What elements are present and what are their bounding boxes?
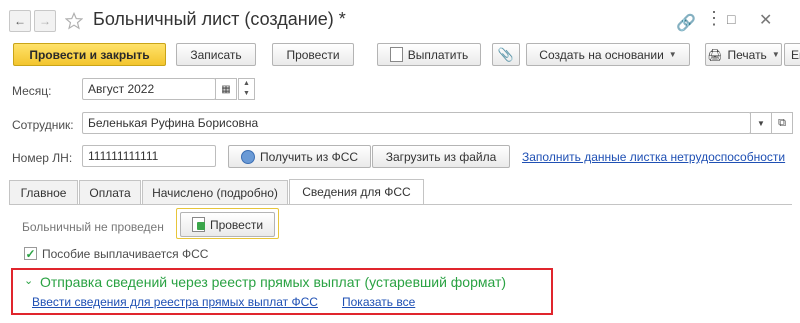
chevron-down-icon[interactable]: ▼ xyxy=(239,89,254,99)
group-collapse-toggle[interactable]: ⌄ xyxy=(24,272,33,287)
tab-accrued-detailed[interactable]: Начислено (подробно) xyxy=(142,180,288,204)
save-button[interactable]: Записать xyxy=(176,43,256,66)
fss-icon xyxy=(240,149,255,164)
direct-payments-group-title[interactable]: Отправка сведений через реестр прямых вы… xyxy=(40,274,506,290)
print-button[interactable]: 🖨 Печать ▼ xyxy=(705,43,782,66)
star-icon xyxy=(65,12,83,30)
close-icon[interactable]: ✕ xyxy=(759,10,772,30)
month-field[interactable]: Август 2022 xyxy=(82,78,216,100)
chevron-down-icon: ▼ xyxy=(668,50,677,59)
employee-field[interactable]: Беленькая Руфина Борисовна xyxy=(82,112,751,134)
month-stepper[interactable]: ▲ ▼ xyxy=(238,78,255,100)
employee-dropdown-button[interactable]: ▼ xyxy=(750,112,772,134)
attachments-button[interactable]: 📎 xyxy=(492,43,520,66)
fss-post-button[interactable]: Провести xyxy=(180,212,275,237)
open-employee-button[interactable]: ⧉ xyxy=(771,112,793,134)
paperclip-icon: 📎 xyxy=(497,46,515,62)
create-based-on-button[interactable]: Создать на основании ▼ xyxy=(526,43,690,66)
tab-panel-border xyxy=(9,204,792,205)
printer-icon: 🖨 xyxy=(707,47,723,62)
tab-main[interactable]: Главное xyxy=(9,180,78,204)
back-button[interactable]: ← xyxy=(9,10,31,32)
calendar-icon: ▦ xyxy=(221,83,231,95)
month-label: Месяц: xyxy=(12,84,52,98)
tab-fss-info[interactable]: Сведения для ФСС xyxy=(289,179,424,204)
get-from-fss-button[interactable]: Получить из ФСС xyxy=(228,145,371,168)
chevron-up-icon[interactable]: ▲ xyxy=(239,79,254,89)
calendar-button[interactable]: ▦ xyxy=(215,78,237,100)
chevron-down-icon: ⌄ xyxy=(24,275,34,287)
chevron-down-icon: ▼ xyxy=(771,50,780,59)
more-button[interactable]: Еще xyxy=(784,43,800,66)
benefit-paid-by-fss-checkbox[interactable]: ✓ xyxy=(24,247,37,260)
post-button[interactable]: Провести xyxy=(272,43,354,66)
posting-status-text: Больничный не проведен xyxy=(22,220,164,234)
enter-fss-registry-data-link[interactable]: Ввести сведения для реестра прямых выпла… xyxy=(32,295,318,309)
maximize-icon[interactable]: □ xyxy=(727,11,735,27)
fill-sick-leave-data-link[interactable]: Заполнить данные листка нетрудоспособнос… xyxy=(522,150,785,164)
favorite-button[interactable] xyxy=(64,10,84,32)
post-and-close-button[interactable]: Провести и закрыть xyxy=(13,43,166,66)
open-link-icon: ⧉ xyxy=(778,116,786,129)
post-button-highlight: Провести xyxy=(176,208,279,239)
ln-number-label: Номер ЛН: xyxy=(12,151,73,165)
pay-button[interactable]: Выплатить xyxy=(377,43,481,66)
tab-payment[interactable]: Оплата xyxy=(79,180,141,204)
arrow-left-icon: ← xyxy=(14,14,26,28)
ln-number-field[interactable]: 111111111111 xyxy=(82,145,216,167)
chevron-down-icon: ▼ xyxy=(757,118,765,128)
show-all-link[interactable]: Показать все xyxy=(342,295,415,309)
more-options-icon[interactable]: ⋮ xyxy=(705,9,723,27)
checkmark-icon: ✓ xyxy=(25,246,36,261)
benefit-paid-by-fss-label: Пособие выплачивается ФСС xyxy=(42,247,209,261)
document-icon xyxy=(389,47,403,62)
forward-button[interactable]: → xyxy=(34,10,56,32)
load-from-file-button[interactable]: Загрузить из файла xyxy=(372,145,510,168)
arrow-right-icon: → xyxy=(39,14,51,28)
document-post-icon xyxy=(191,217,205,232)
attach-link-icon[interactable]: 🔗 xyxy=(676,13,696,33)
page-title: Больничный лист (создание) * xyxy=(93,9,346,29)
employee-label: Сотрудник: xyxy=(12,118,74,132)
